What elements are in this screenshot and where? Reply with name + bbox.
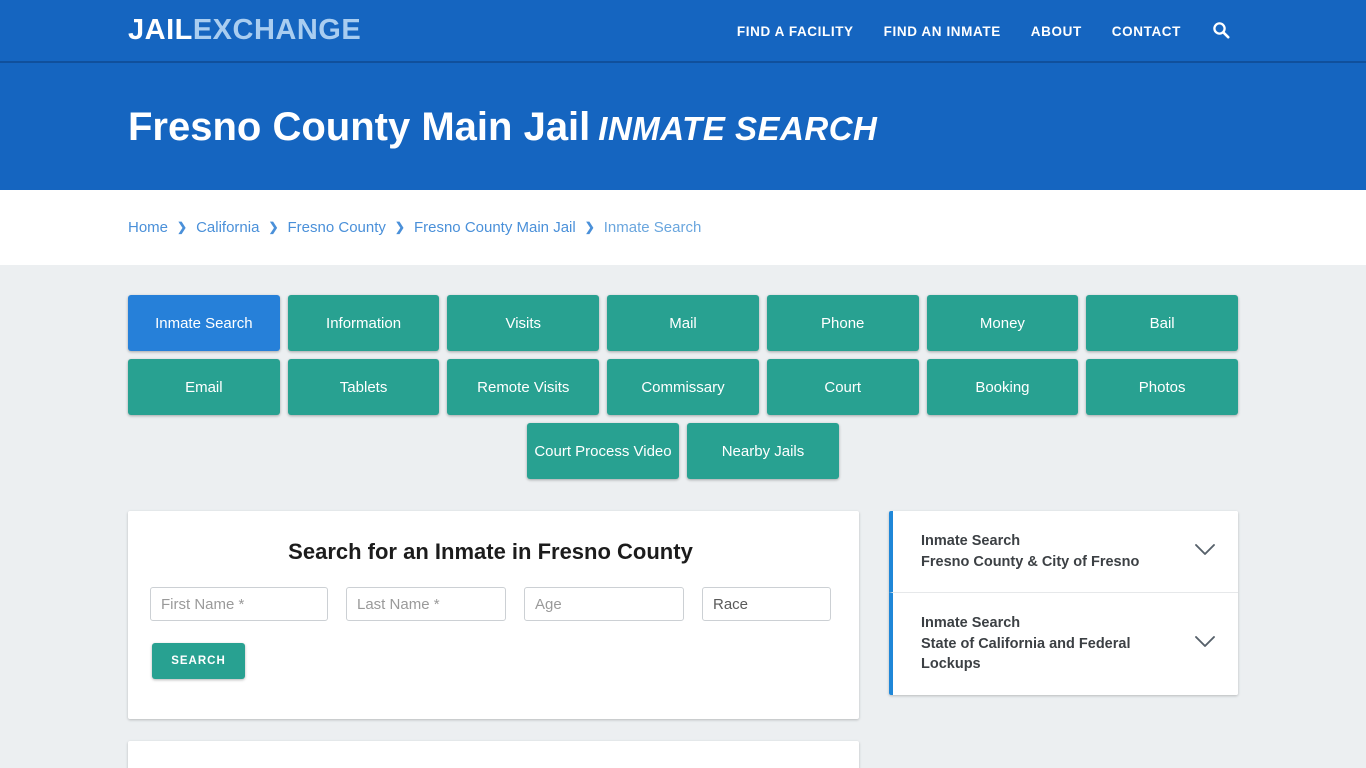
page-title-section: INMATE SEARCH	[598, 109, 878, 147]
page-title: Fresno County Main Jail INMATE SEARCH	[128, 105, 877, 149]
breadcrumb-item-inmate-search: Inmate Search	[603, 219, 702, 236]
tab-phone[interactable]: Phone	[766, 295, 919, 351]
nav-item-about[interactable]: ABOUT	[1016, 24, 1097, 39]
sidebar-column: Inmate Search Fresno County & City of Fr…	[889, 511, 1238, 695]
nav-item-find-an-inmate[interactable]: FIND AN INMATE	[869, 24, 1016, 39]
breadcrumb-separator-icon: ❯	[394, 219, 405, 234]
race-select[interactable]: Race	[702, 587, 831, 621]
breadcrumb-separator-icon: ❯	[177, 219, 188, 234]
search-form-heading: Search for an Inmate in Fresno County	[288, 539, 693, 564]
main-content: Inmate Search Information Visits Mail Ph…	[0, 265, 1366, 768]
breadcrumb-item-home[interactable]: Home	[128, 219, 168, 236]
breadcrumb-separator-icon: ❯	[584, 219, 595, 234]
header-search-button[interactable]	[1204, 15, 1238, 49]
breadcrumb-separator-icon: ❯	[268, 219, 279, 234]
accordion-subtitle: Fresno County & City of Fresno	[921, 553, 1140, 570]
tab-tablets[interactable]: Tablets	[287, 359, 440, 415]
chevron-down-icon	[1194, 635, 1216, 653]
tab-court-process-video[interactable]: Court Process Video	[526, 423, 679, 479]
tab-commissary[interactable]: Commissary	[607, 359, 759, 415]
tab-information[interactable]: Information	[287, 295, 440, 351]
logo-primary-text: JAIL	[128, 14, 193, 46]
tab-mail[interactable]: Mail	[607, 295, 759, 351]
tab-email[interactable]: Email	[128, 359, 280, 415]
first-name-input[interactable]	[150, 587, 328, 621]
secondary-content-card	[128, 741, 859, 768]
body-columns: Search for an Inmate in Fresno County Ra…	[128, 511, 1238, 768]
breadcrumb-item-fresno-county-main-jail[interactable]: Fresno County Main Jail	[414, 219, 576, 236]
inmate-search-card: Search for an Inmate in Fresno County Ra…	[128, 511, 859, 719]
tab-photos[interactable]: Photos	[1086, 359, 1238, 415]
last-name-input[interactable]	[346, 587, 506, 621]
accordion-subtitle: State of California and Federal Lockups	[921, 635, 1131, 673]
accordion-label: Inmate Search Fresno County & City of Fr…	[921, 531, 1139, 572]
breadcrumb-item-fresno-county[interactable]: Fresno County	[288, 219, 386, 236]
site-logo[interactable]: JAILEXCHANGE	[128, 16, 361, 45]
tab-inmate-search[interactable]: Inmate Search	[128, 295, 280, 351]
accordion-title: Inmate Search	[921, 615, 1021, 632]
tab-booking[interactable]: Booking	[926, 359, 1079, 415]
breadcrumb: Home ❯ California ❯ Fresno County ❯ Fres…	[0, 219, 701, 236]
tab-money[interactable]: Money	[926, 295, 1079, 351]
main-navigation: FIND A FACILITY FIND AN INMATE ABOUT CON…	[722, 0, 1238, 63]
sidebar-accordion: Inmate Search Fresno County & City of Fr…	[889, 511, 1238, 695]
nav-item-find-a-facility[interactable]: FIND A FACILITY	[722, 24, 869, 39]
inmate-search-form: Race	[150, 587, 831, 621]
age-input[interactable]	[524, 587, 684, 621]
accordion-label: Inmate Search State of California and Fe…	[921, 613, 1182, 675]
nav-item-contact[interactable]: CONTACT	[1097, 24, 1196, 39]
breadcrumb-item-california[interactable]: California	[196, 219, 259, 236]
search-button[interactable]: SEARCH	[152, 643, 245, 679]
facility-tab-grid: Inmate Search Information Visits Mail Ph…	[128, 295, 1238, 479]
logo-secondary-text: EXCHANGE	[192, 14, 362, 46]
tab-visits[interactable]: Visits	[447, 295, 600, 351]
search-icon	[1212, 21, 1230, 42]
tab-bail[interactable]: Bail	[1086, 295, 1238, 351]
hero-banner: Fresno County Main Jail INMATE SEARCH	[0, 63, 1366, 190]
main-column: Search for an Inmate in Fresno County Ra…	[128, 511, 859, 768]
sidebar-item-inmate-search-county[interactable]: Inmate Search Fresno County & City of Fr…	[889, 511, 1238, 593]
site-header: JAILEXCHANGE FIND A FACILITY FIND AN INM…	[0, 0, 1366, 63]
chevron-down-icon	[1194, 543, 1216, 561]
breadcrumb-band: Home ❯ California ❯ Fresno County ❯ Fres…	[0, 190, 1366, 265]
accordion-title: Inmate Search	[921, 533, 1021, 549]
page-title-facility: Fresno County Main Jail	[128, 104, 591, 149]
sidebar-item-inmate-search-state[interactable]: Inmate Search State of California and Fe…	[889, 592, 1238, 695]
tab-court[interactable]: Court	[766, 359, 919, 415]
tab-remote-visits[interactable]: Remote Visits	[447, 359, 600, 415]
facility-tab-row-3: Court Process Video Nearby Jails	[128, 423, 1238, 479]
tab-nearby-jails[interactable]: Nearby Jails	[686, 423, 839, 479]
